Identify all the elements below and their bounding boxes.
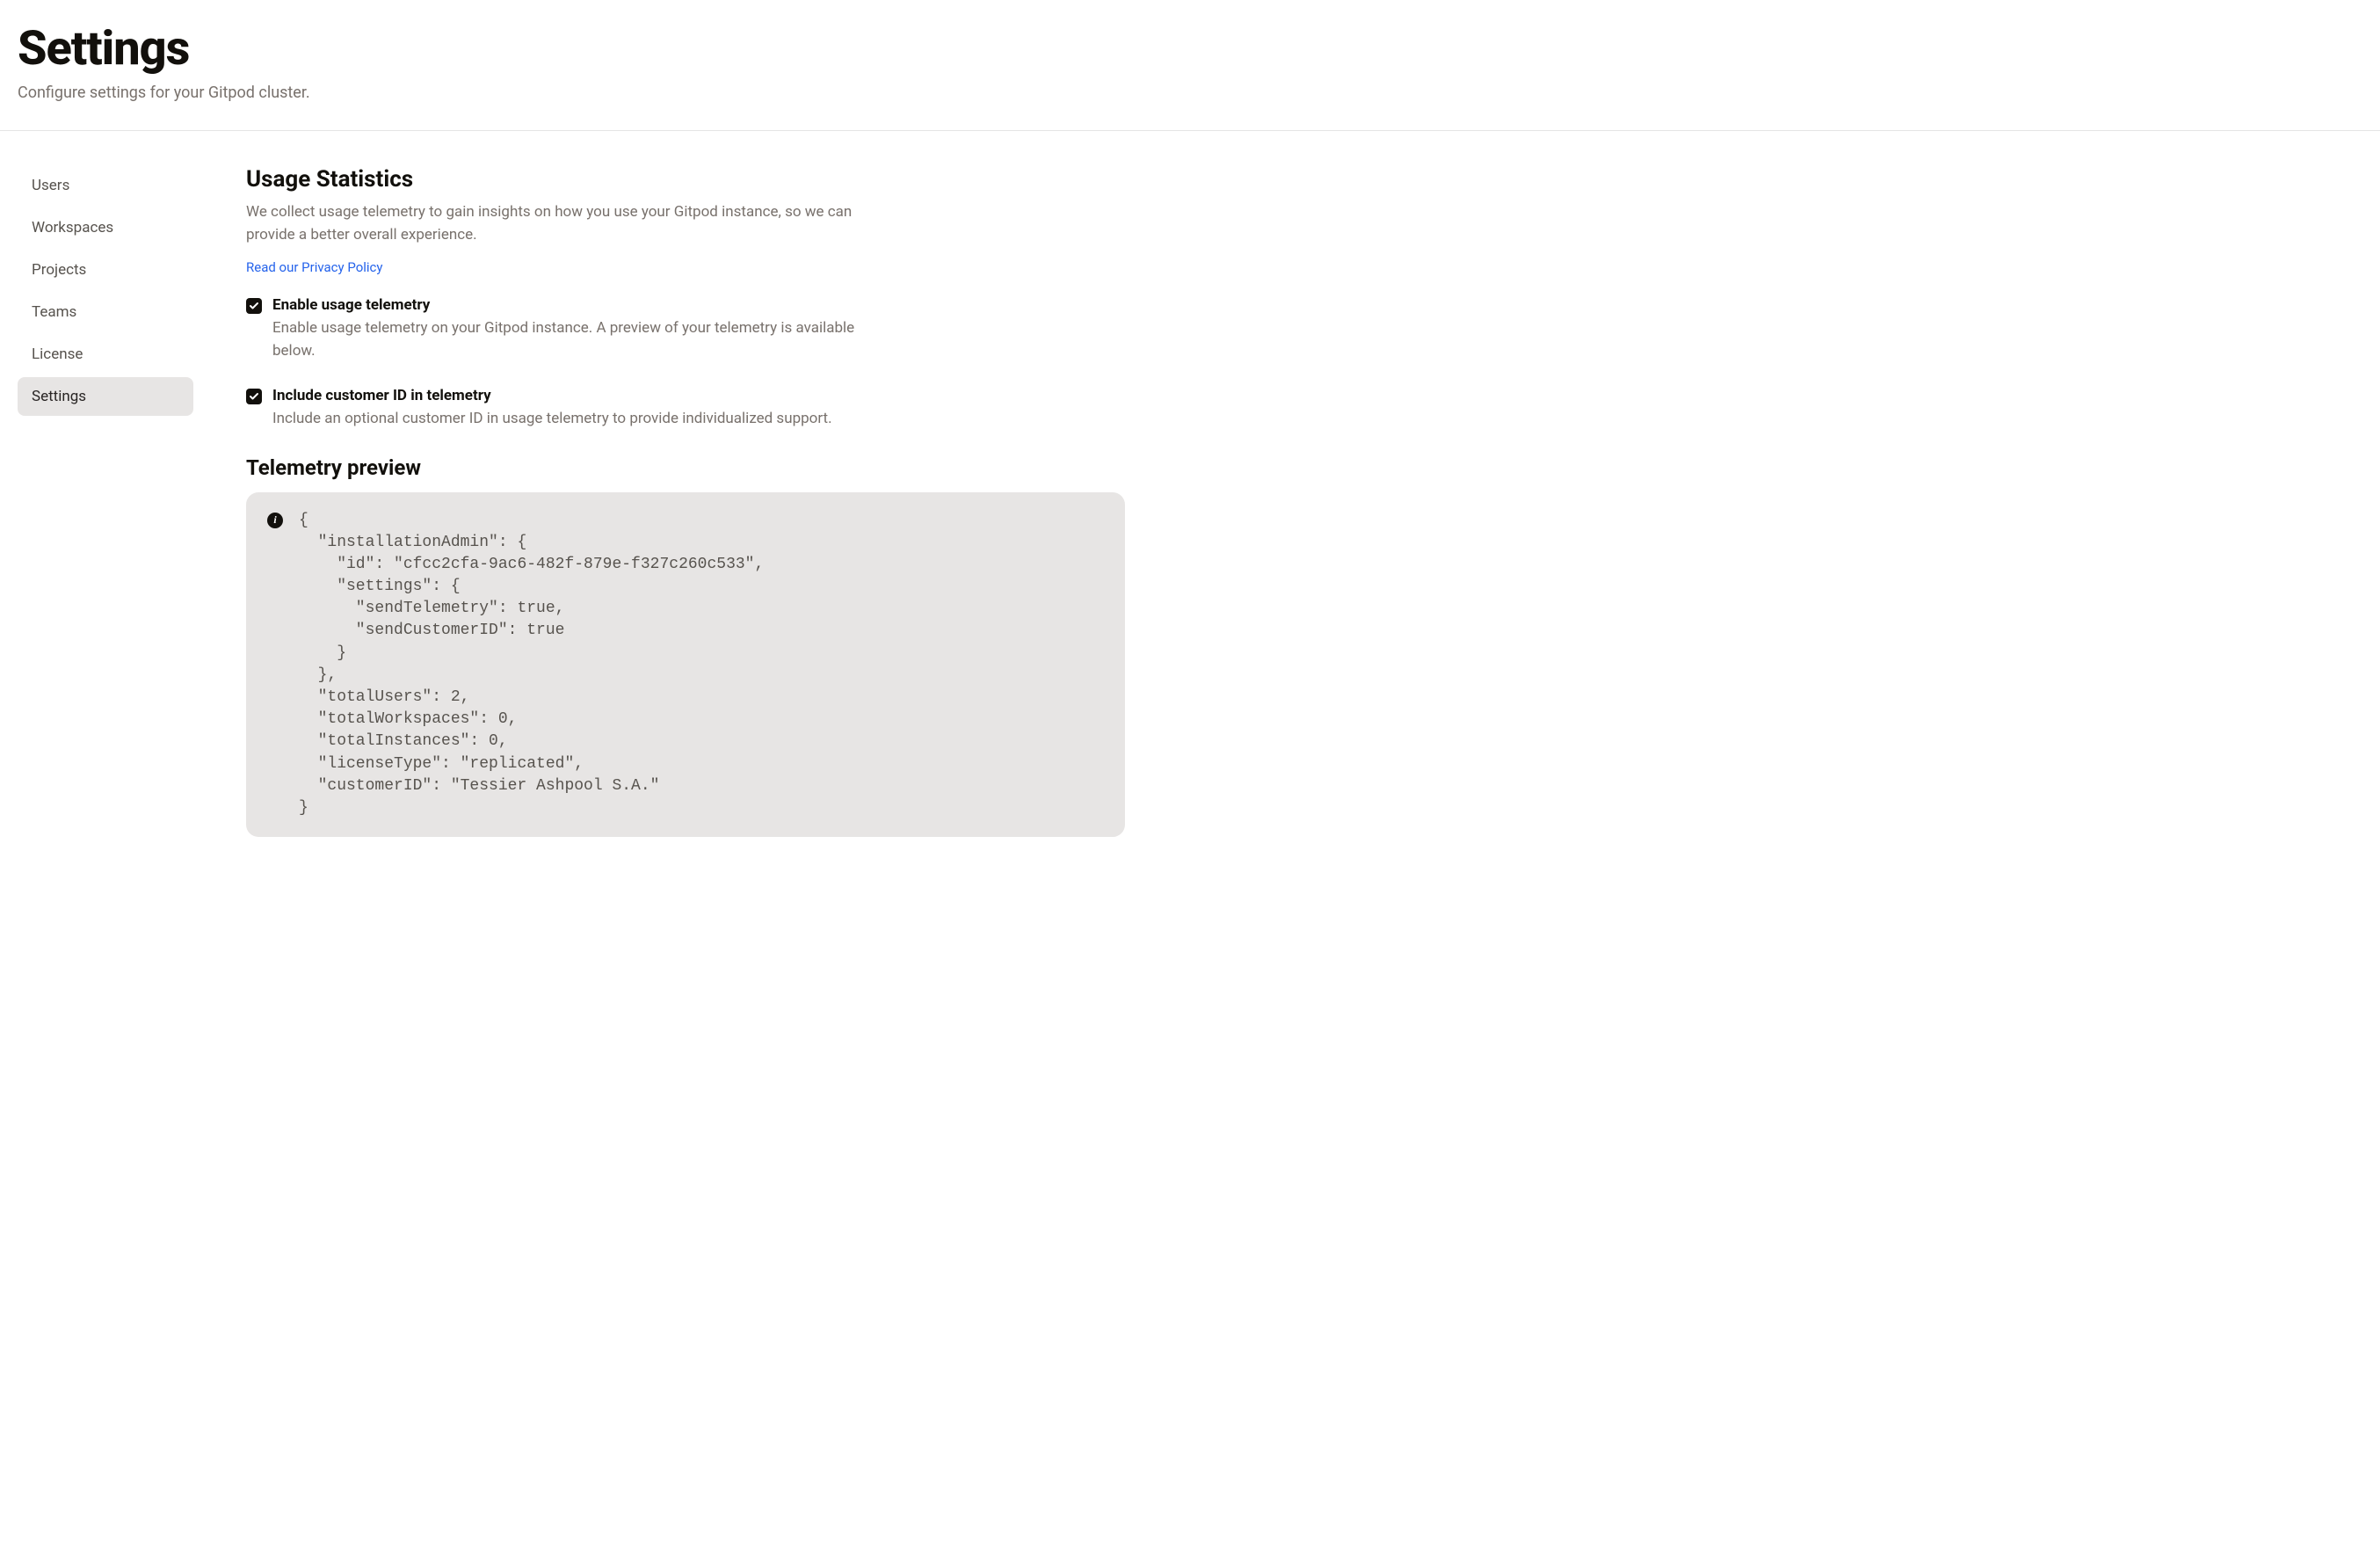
- sidebar-item-label: Workspaces: [32, 219, 113, 236]
- sidebar-item-label: Teams: [32, 303, 76, 321]
- checkbox-label: Enable usage telemetry: [272, 296, 1125, 314]
- sidebar-item-users[interactable]: Users: [18, 166, 193, 205]
- page-title: Settings: [18, 21, 2362, 76]
- sidebar-item-label: License: [32, 345, 83, 363]
- checkbox-include-customer-id: Include customer ID in telemetry Include…: [246, 387, 1125, 431]
- privacy-policy-link[interactable]: Read our Privacy Policy: [246, 259, 383, 275]
- sidebar-item-license[interactable]: License: [18, 335, 193, 374]
- checkbox-input-include-customer-id[interactable]: [246, 389, 262, 404]
- sidebar-item-workspaces[interactable]: Workspaces: [18, 208, 193, 247]
- sidebar-item-teams[interactable]: Teams: [18, 293, 193, 331]
- checkbox-description: Enable usage telemetry on your Gitpod in…: [272, 317, 888, 362]
- section-description: We collect usage telemetry to gain insig…: [246, 201, 861, 246]
- checkbox-label: Include customer ID in telemetry: [272, 387, 1125, 404]
- page-subtitle: Configure settings for your Gitpod clust…: [18, 84, 2362, 102]
- info-icon: i: [267, 513, 283, 528]
- sidebar: Users Workspaces Projects Teams License …: [18, 166, 193, 837]
- telemetry-preview-block: i { "installationAdmin": { "id": "cfcc2c…: [246, 492, 1125, 838]
- check-icon: [249, 301, 259, 311]
- main-content: Usage Statistics We collect usage teleme…: [246, 166, 1125, 837]
- checkbox-description: Include an optional customer ID in usage…: [272, 408, 888, 431]
- checkbox-input-enable-telemetry[interactable]: [246, 298, 262, 314]
- page-header: Settings Configure settings for your Git…: [0, 0, 2380, 131]
- sidebar-item-projects[interactable]: Projects: [18, 251, 193, 289]
- sidebar-item-label: Projects: [32, 261, 86, 279]
- checkbox-enable-telemetry: Enable usage telemetry Enable usage tele…: [246, 296, 1125, 362]
- sidebar-item-settings[interactable]: Settings: [18, 377, 193, 416]
- telemetry-preview-code: { "installationAdmin": { "id": "cfcc2cfa…: [299, 510, 764, 820]
- section-title-usage-statistics: Usage Statistics: [246, 166, 1125, 193]
- telemetry-preview-title: Telemetry preview: [246, 455, 1125, 480]
- sidebar-item-label: Settings: [32, 388, 86, 405]
- sidebar-item-label: Users: [32, 177, 69, 194]
- check-icon: [249, 391, 259, 402]
